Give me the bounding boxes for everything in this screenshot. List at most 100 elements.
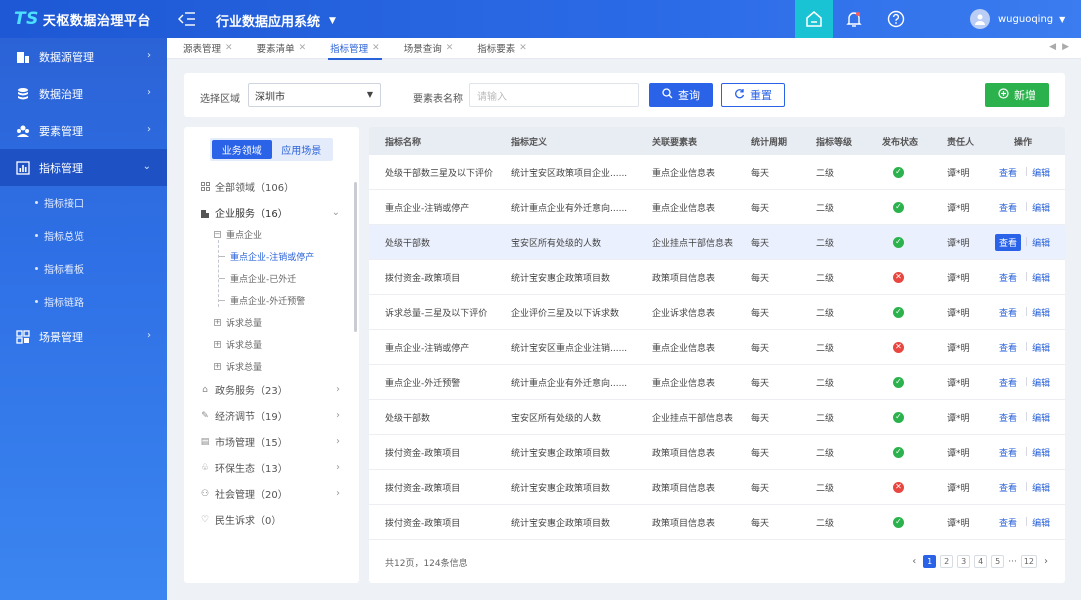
caret-left-icon[interactable]: ◀ — [1049, 42, 1062, 52]
tree-node-government[interactable]: ⌂ 政务服务 （23） › — [200, 382, 350, 397]
reset-button[interactable]: 重置 — [721, 83, 785, 107]
tab-scroll-arrows[interactable]: ◀▶ — [1049, 42, 1075, 52]
tab-element-list[interactable]: 要素清单 ✕ — [241, 38, 315, 59]
sidebar-subitem[interactable]: 指标接口 — [0, 186, 167, 219]
indicator-table-panel: 指标名称 指标定义 关联要素表 统计周期 指标等级 发布状态 责任人 操作 处级… — [369, 127, 1065, 583]
sidebar-item-datasource[interactable]: 数据源管理 › — [0, 38, 167, 75]
edit-button[interactable]: 编辑 — [1032, 166, 1050, 179]
close-icon[interactable]: ✕ — [299, 43, 307, 53]
edit-button[interactable]: 编辑 — [1032, 271, 1050, 284]
help-button[interactable] — [886, 9, 906, 29]
view-button[interactable]: 查看 — [995, 479, 1021, 496]
sidebar-subitem[interactable]: 指标总览 — [0, 219, 167, 252]
tree-node-complaints[interactable]: + 诉求总量 — [214, 316, 262, 329]
tree-scrollbar[interactable] — [354, 182, 357, 332]
notification-button[interactable] — [844, 9, 864, 29]
user-menu[interactable]: wuguoqing ▼ — [970, 9, 1065, 29]
caret-right-icon[interactable]: ▶ — [1062, 42, 1075, 52]
region-select[interactable]: 深圳市 ▼ — [248, 83, 381, 107]
edit-button[interactable]: 编辑 — [1032, 411, 1050, 424]
sidebar-item-scenes[interactable]: 场景管理 › — [0, 318, 167, 355]
view-button[interactable]: 查看 — [995, 514, 1021, 531]
page-button[interactable]: 12 — [1020, 555, 1037, 568]
cell-table: 企业挂点干部信息表 — [652, 238, 734, 249]
input-placeholder: 请输入 — [477, 91, 507, 103]
table-row[interactable]: 重点企业-外迁预警 统计重点企业有外迁意向...... 重点企业信息表 每天 二级 ✓ 谭*… — [369, 365, 1065, 400]
sidebar-item-indicators[interactable]: 指标管理 ⌄ — [0, 149, 167, 186]
table-row[interactable]: 拨付资金-政策项目 统计宝安惠企政策项目数 政策项目信息表 每天 二级 ✓ 谭*明 查看 | 编辑 — [369, 505, 1065, 540]
tree-node-livelihood[interactable]: ♡ 民生诉求 （0） — [200, 512, 350, 528]
tree-node-market[interactable]: ▤ 市场管理 （15） › — [200, 434, 350, 449]
tab-scene-query[interactable]: 场景查询 ✕ — [388, 38, 462, 59]
table-row[interactable]: 拨付资金-政策项目 统计宝安惠企政策项目数 政策项目信息表 每天 二级 ✕ 谭*明 查看 | 编辑 — [369, 260, 1065, 295]
tree-node-enterprise[interactable]: 企业服务 （16） ⌄ — [200, 205, 350, 220]
page-button[interactable]: 2 — [940, 555, 954, 568]
edit-button[interactable]: 编辑 — [1032, 516, 1050, 529]
sidebar-item-elements[interactable]: 要素管理 › — [0, 112, 167, 149]
edit-button[interactable]: 编辑 — [1032, 236, 1050, 249]
view-button[interactable]: 查看 — [995, 304, 1021, 321]
table-row[interactable]: 重点企业-注销或停产 统计重点企业有外迁意向...... 重点企业信息表 每天 二级 ✓ 谭… — [369, 190, 1065, 225]
tree-leaf[interactable]: 重点企业-外迁预警 — [219, 294, 305, 307]
table-row[interactable]: 处级干部数 宝安区所有处级的人数 企业挂点干部信息表 每天 二级 ✓ 谭*明 查看 | 编辑 — [369, 400, 1065, 435]
edit-button[interactable]: 编辑 — [1032, 446, 1050, 459]
add-button[interactable]: 新增 — [985, 83, 1049, 107]
tree-node-environment[interactable]: ♧ 环保生态 （13） › — [200, 460, 350, 475]
edit-button[interactable]: 编辑 — [1032, 376, 1050, 389]
edit-button[interactable]: 编辑 — [1032, 306, 1050, 319]
table-name-input[interactable]: 请输入 — [469, 83, 639, 107]
page-button[interactable]: 1 — [923, 555, 937, 568]
close-icon[interactable]: ✕ — [519, 43, 527, 53]
view-button[interactable]: 查看 — [995, 199, 1021, 216]
view-button[interactable]: 查看 — [995, 339, 1021, 356]
tab-indicator-elements[interactable]: 指标要素 ✕ — [461, 38, 535, 59]
edit-button[interactable]: 编辑 — [1032, 481, 1050, 494]
next-page-icon[interactable]: › — [1041, 556, 1051, 567]
leaf-icon: ♧ — [200, 462, 210, 473]
table-row[interactable]: 拨付资金-政策项目 统计宝安惠企政策项目数 政策项目信息表 每天 二级 ✕ 谭*明 查看 | 编辑 — [369, 470, 1065, 505]
view-button[interactable]: 查看 — [995, 233, 1022, 251]
query-button[interactable]: 查询 — [649, 83, 713, 107]
table-row[interactable]: 处级干部数 宝安区所有处级的人数 企业挂点干部信息表 每天 二级 ✓ 谭*明 查看 | 编辑 — [369, 225, 1065, 260]
tree-node-complaints[interactable]: + 诉求总量 — [214, 360, 262, 373]
view-button[interactable]: 查看 — [995, 269, 1021, 286]
expand-icon[interactable]: + — [214, 341, 221, 348]
tree-node-society[interactable]: ⚇ 社会管理 （20） › — [200, 486, 350, 501]
table-row[interactable]: 拨付资金-政策项目 统计宝安惠企政策项目数 政策项目信息表 每天 二级 ✓ 谭*明 查看 | 编辑 — [369, 435, 1065, 470]
tree-node-complaints[interactable]: + 诉求总量 — [214, 338, 262, 351]
segment-application-scene[interactable]: 应用场景 — [272, 140, 332, 159]
close-icon[interactable]: ✕ — [372, 43, 380, 53]
menu-fold-icon[interactable] — [178, 10, 196, 28]
system-switcher[interactable]: 行业数据应用系统 ▼ — [216, 11, 336, 30]
view-button[interactable]: 查看 — [995, 374, 1021, 391]
segment-business-domain[interactable]: 业务领域 — [212, 140, 272, 159]
close-icon[interactable]: ✕ — [225, 43, 233, 53]
edit-button[interactable]: 编辑 — [1032, 201, 1050, 214]
tree-node-key-enterprise[interactable]: − 重点企业 — [214, 228, 262, 241]
tree-leaf[interactable]: 重点企业-已外迁 — [219, 272, 296, 285]
view-button[interactable]: 查看 — [995, 444, 1021, 461]
page-button[interactable]: 3 — [957, 555, 971, 568]
tree-node-economy[interactable]: ✎ 经济调节 （19） › — [200, 408, 350, 423]
tree-node-all[interactable]: 全部领域 （106） — [200, 179, 350, 194]
view-button[interactable]: 查看 — [995, 409, 1021, 426]
collapse-icon[interactable]: − — [214, 231, 221, 238]
table-row[interactable]: 诉求总量-三星及以下评价 企业评价三星及以下诉求数 企业诉求信息表 每天 二级 ✓ 谭*明 查… — [369, 295, 1065, 330]
page-button[interactable]: 4 — [974, 555, 988, 568]
sidebar-subitem[interactable]: 指标看板 — [0, 252, 167, 285]
table-row[interactable]: 处级干部数三星及以下评价 统计宝安区政策项目企业...... 重点企业信息表 每天 二级… — [369, 155, 1065, 190]
expand-icon[interactable]: + — [214, 319, 221, 326]
table-row[interactable]: 重点企业-注销或停产 统计宝安区重点企业注销...... 重点企业信息表 每天 二级 ✕ 谭… — [369, 330, 1065, 365]
page-button[interactable]: 5 — [991, 555, 1005, 568]
sidebar-item-governance[interactable]: 数据治理 › — [0, 75, 167, 112]
tree-leaf[interactable]: 重点企业-注销或停产 — [219, 250, 314, 263]
sidebar-subitem[interactable]: 指标链路 — [0, 285, 167, 318]
home-button[interactable] — [795, 0, 833, 38]
close-icon[interactable]: ✕ — [446, 43, 454, 53]
view-button[interactable]: 查看 — [995, 164, 1021, 181]
tab-source-tables[interactable]: 源表管理 ✕ — [167, 38, 241, 59]
tab-indicator-management[interactable]: 指标管理 ✕ — [314, 38, 388, 60]
prev-page-icon[interactable]: ‹ — [909, 556, 919, 567]
edit-button[interactable]: 编辑 — [1032, 341, 1050, 354]
expand-icon[interactable]: + — [214, 363, 221, 370]
